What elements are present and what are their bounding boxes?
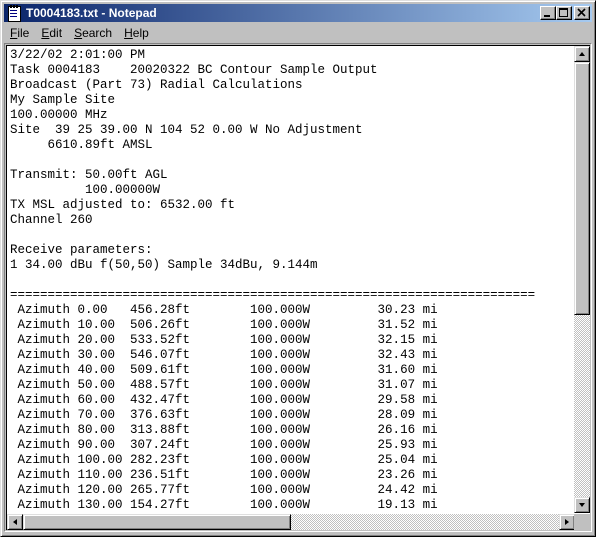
text-line: Azimuth 110.00 236.51ft 100.000W 23.26 m… [10,468,438,482]
minimize-button[interactable] [540,6,556,20]
notepad-icon[interactable] [6,5,22,22]
text-line: 6610.89ft AMSL [10,138,153,152]
text-line: Azimuth 130.00 154.27ft 100.000W 19.13 m… [10,498,438,512]
scroll-down-button[interactable] [574,497,590,513]
editor-frame: 3/22/02 2:01:00 PM Task 0004183 20020322… [4,43,592,532]
menu-file[interactable]: File [4,26,35,40]
text-line: 100.00000W [10,183,161,197]
document-text[interactable]: 3/22/02 2:01:00 PM Task 0004183 20020322… [7,46,575,513]
text-line: 3/22/02 2:01:00 PM [10,48,146,62]
notepad-window: T0004183.txt - Notepad File Edit Search … [0,0,596,537]
scroll-left-button[interactable] [7,514,23,530]
minimize-icon [544,15,550,17]
text-line: ========================================… [10,288,536,302]
text-line: TX MSL adjusted to: 6532.00 ft [10,198,236,212]
text-line: Transmit: 50.00ft AGL [10,168,168,182]
scroll-up-button[interactable] [574,46,590,62]
text-line: Receive parameters: [10,243,153,257]
menu-bar: File Edit Search Help [4,23,592,43]
text-line: Azimuth 30.00 546.07ft 100.000W 32.43 mi [10,348,438,362]
scroll-right-button[interactable] [559,514,575,530]
maximize-button[interactable] [556,6,572,20]
text-line: Azimuth 90.00 307.24ft 100.000W 25.93 mi [10,438,438,452]
text-line: Channel 260 [10,213,93,227]
text-line: Azimuth 50.00 488.57ft 100.000W 31.07 mi [10,378,438,392]
text-line: Azimuth 0.00 456.28ft 100.000W 30.23 mi [10,303,438,317]
text-line: 1 34.00 dBu f(50,50) Sample 34dBu, 9.144… [10,258,318,272]
maximize-icon [559,8,568,17]
text-line: Azimuth 70.00 376.63ft 100.000W 28.09 mi [10,408,438,422]
close-icon [577,8,586,17]
vertical-scrollbar[interactable] [574,46,590,513]
text-line: Broadcast (Part 73) Radial Calculations [10,78,303,92]
text-line: Azimuth 100.00 282.23ft 100.000W 25.04 m… [10,453,438,467]
arrow-right-icon [565,519,569,525]
horizontal-scroll-thumb[interactable] [23,514,291,530]
title-bar[interactable]: T0004183.txt - Notepad [4,4,592,22]
text-line: Azimuth 120.00 265.77ft 100.000W 24.42 m… [10,483,438,497]
arrow-up-icon [579,52,585,56]
text-line: Azimuth 20.00 533.52ft 100.000W 32.15 mi [10,333,438,347]
arrow-left-icon [13,519,17,525]
text-line: Site 39 25 39.00 N 104 52 0.00 W No Adju… [10,123,363,137]
close-button[interactable] [574,6,590,20]
text-editor[interactable]: 3/22/02 2:01:00 PM Task 0004183 20020322… [7,46,575,513]
text-line: 100.00000 MHz [10,108,108,122]
text-line: Azimuth 60.00 432.47ft 100.000W 29.58 mi [10,393,438,407]
text-line: Task 0004183 20020322 BC Contour Sample … [10,63,378,77]
menu-help[interactable]: Help [118,26,155,40]
text-line: Azimuth 10.00 506.26ft 100.000W 31.52 mi [10,318,438,332]
text-line: My Sample Site [10,93,116,107]
horizontal-scrollbar[interactable] [7,514,575,530]
text-line: Azimuth 40.00 509.61ft 100.000W 31.60 mi [10,363,438,377]
scrollbar-corner [574,514,590,530]
vertical-scroll-thumb[interactable] [574,62,590,315]
menu-edit[interactable]: Edit [35,26,68,40]
text-line: Azimuth 80.00 313.88ft 100.000W 26.16 mi [10,423,438,437]
arrow-down-icon [579,503,585,507]
window-title: T0004183.txt - Notepad [26,6,157,20]
menu-search[interactable]: Search [68,26,118,40]
